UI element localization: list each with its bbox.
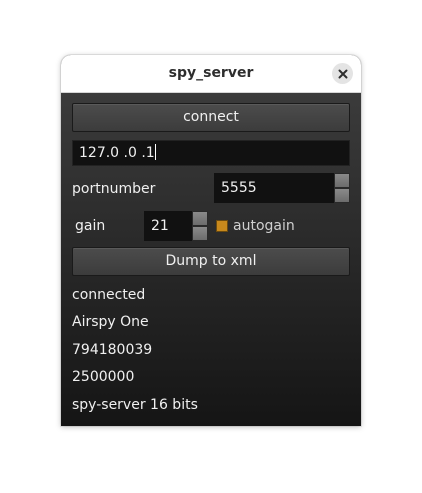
portnumber-value: 5555 [214,173,334,203]
status-format: spy-server 16 bits [72,397,198,413]
spin-up-arrow[interactable] [334,173,350,188]
main-panel: connect 127.0 .0 .1 portnumber 5555 gain… [61,93,361,426]
portnumber-spinbox[interactable]: 5555 [214,173,350,203]
spin-down-arrow[interactable] [334,188,350,203]
text-cursor [154,144,156,160]
titlebar: spy_server [61,55,361,93]
window-title: spy_server [168,65,254,81]
spy-server-window: spy_server connect 127.0 .0 .1 portnumbe… [61,55,361,426]
status-connection: connected [72,287,146,303]
gain-spinbox[interactable]: 21 [144,211,208,241]
close-button[interactable] [332,63,353,84]
portnumber-label: portnumber [72,181,156,197]
gain-stepper[interactable] [192,211,208,241]
autogain-label: autogain [233,218,295,234]
close-icon [338,69,347,78]
ip-address-input[interactable]: 127.0 .0 .1 [72,140,350,166]
spin-down-arrow[interactable] [192,226,208,241]
spin-up-arrow[interactable] [192,211,208,226]
status-device-name: Airspy One [72,314,149,330]
gain-label: gain [75,218,106,234]
gain-value: 21 [144,211,192,241]
dump-to-xml-button[interactable]: Dump to xml [72,247,350,276]
ip-address-value: 127.0 .0 .1 [79,145,155,161]
status-sample-rate: 2500000 [72,369,135,385]
portnumber-stepper[interactable] [334,173,350,203]
autogain-checkbox[interactable] [216,220,228,232]
connect-button[interactable]: connect [72,103,350,132]
status-serial-number: 794180039 [72,342,153,358]
